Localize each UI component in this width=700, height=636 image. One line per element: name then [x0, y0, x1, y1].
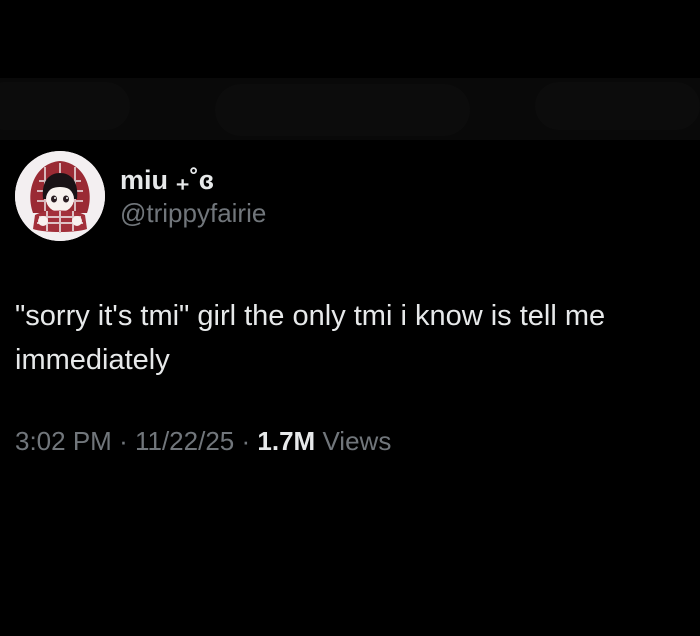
- redacted-blob-right: [535, 82, 700, 130]
- tweet-time[interactable]: 3:02 PM: [15, 426, 112, 456]
- author-handle[interactable]: @trippyfairie: [120, 197, 266, 229]
- avatar[interactable]: [15, 151, 105, 241]
- tweet-date[interactable]: 11/22/25: [135, 426, 234, 456]
- meta-separator: ·: [241, 426, 251, 456]
- tweet-header: miu ₊˚ɞ @trippyfairie: [15, 150, 685, 242]
- tweet-text: "sorry it's tmi" girl the only tmi i kno…: [15, 300, 606, 376]
- tweet: miu ₊˚ɞ @trippyfairie "sorry it's tmi" g…: [15, 150, 685, 458]
- anime-girl-avatar-icon: [15, 151, 105, 241]
- tweet-meta: 3:02 PM · 11/22/25 · 1.7M Views: [15, 424, 685, 458]
- author-names: miu ₊˚ɞ @trippyfairie: [120, 163, 266, 229]
- author-display-name[interactable]: miu ₊˚ɞ: [120, 163, 266, 197]
- redacted-blob-left: [0, 82, 130, 130]
- meta-separator: ·: [119, 426, 128, 456]
- views-label: Views: [322, 426, 392, 456]
- redacted-blob-middle: [215, 84, 470, 136]
- views-count[interactable]: 1.7M: [257, 426, 315, 456]
